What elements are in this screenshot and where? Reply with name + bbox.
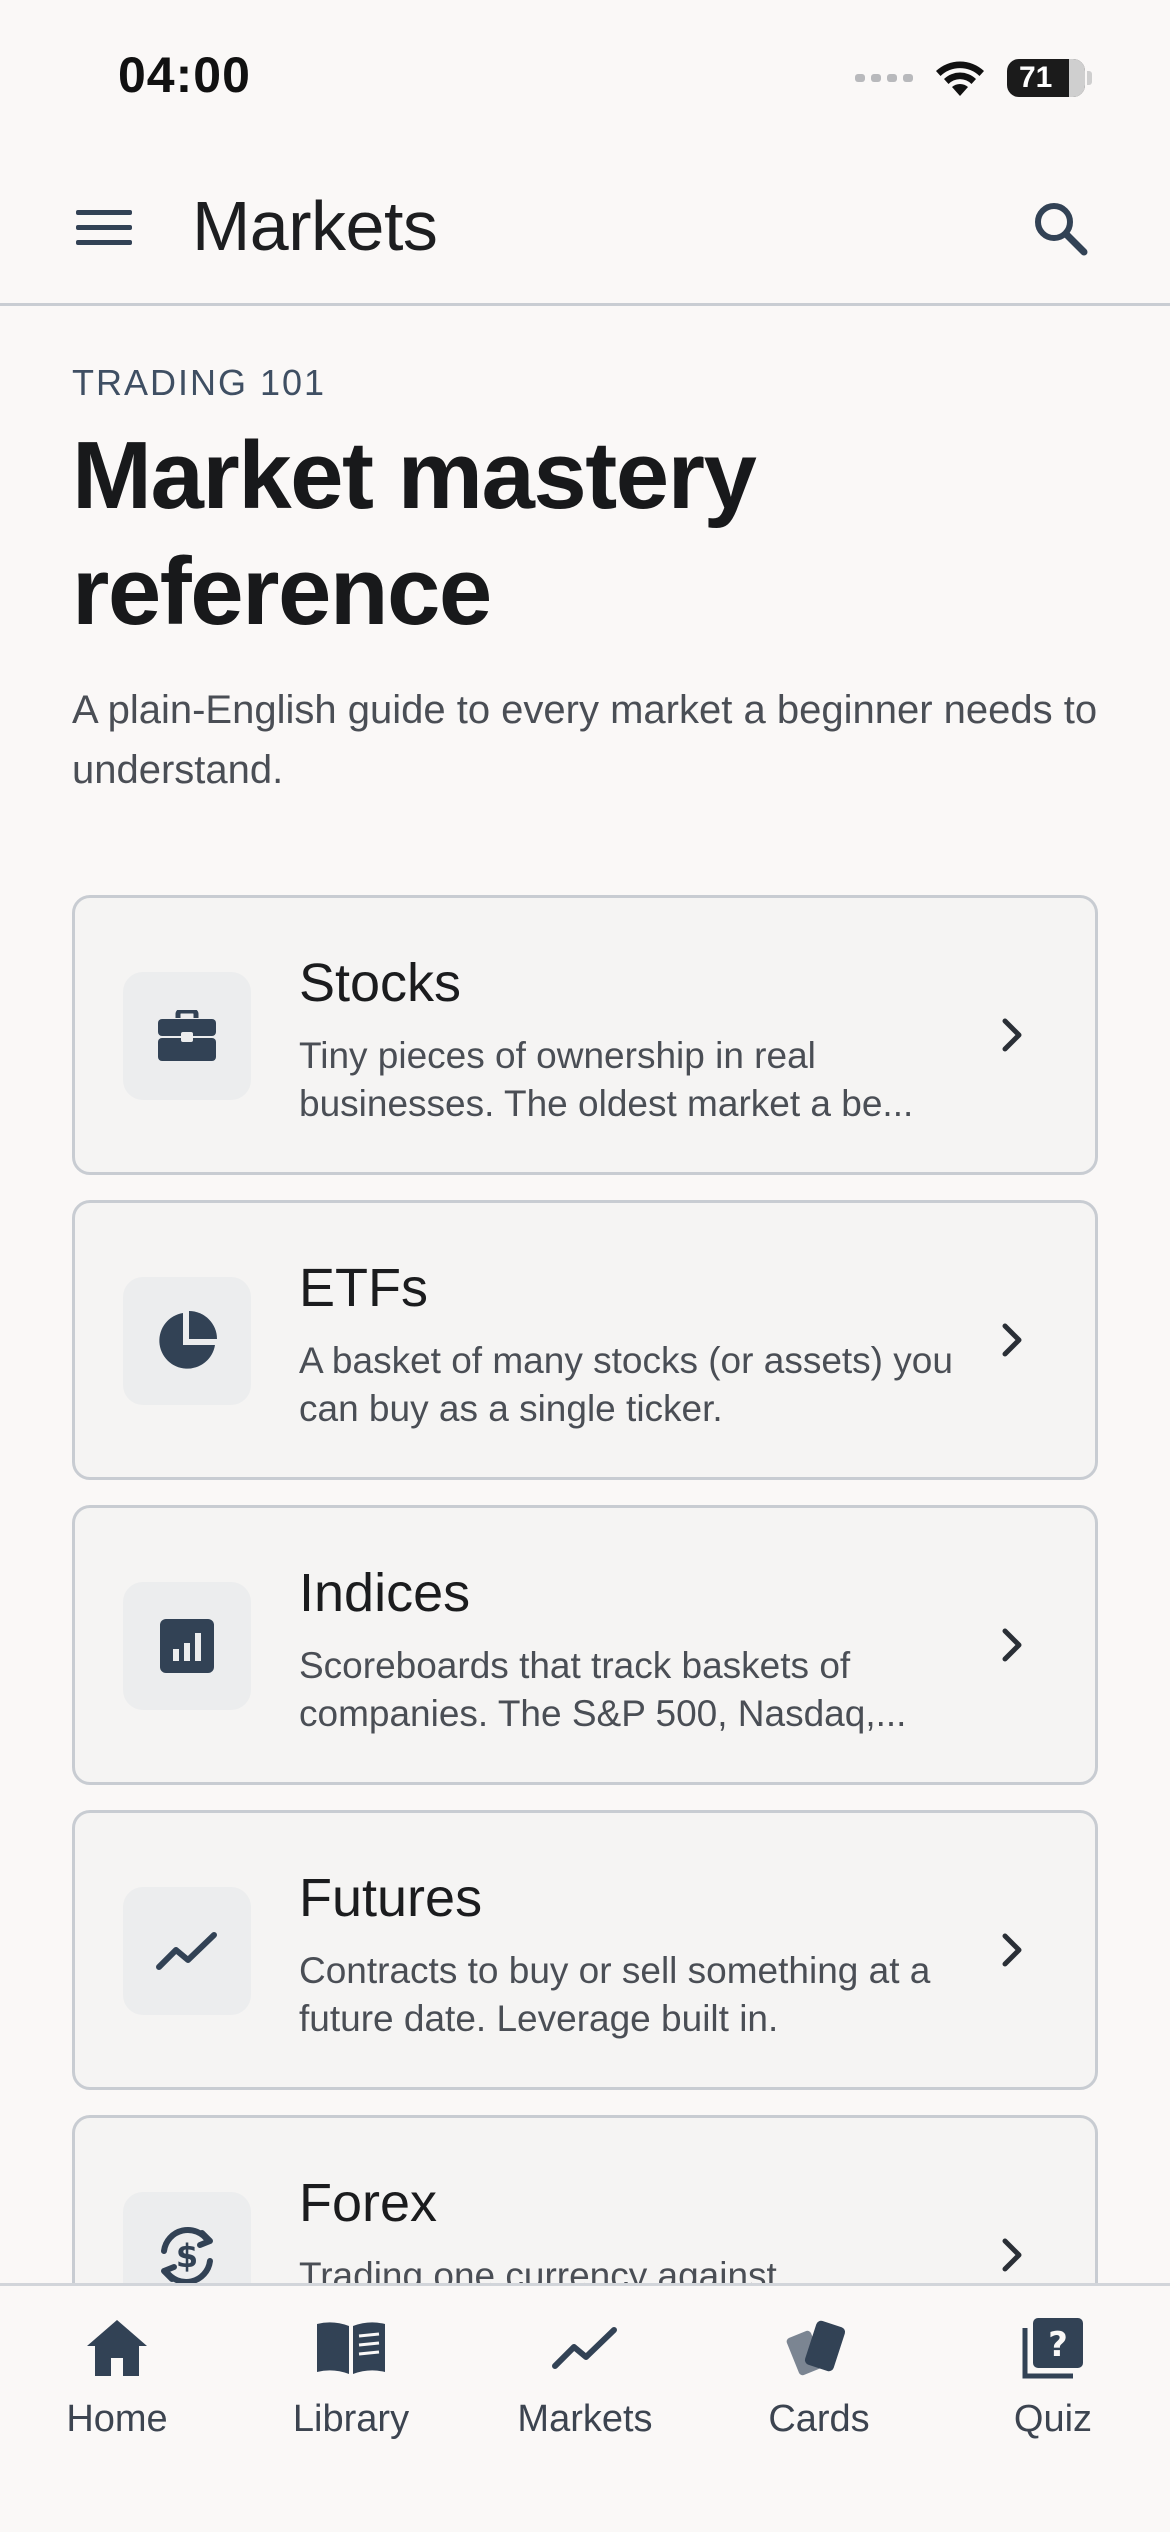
screen: 04:00 71 Markets TRADING 101 Market mast… <box>0 0 1170 2532</box>
search-button[interactable] <box>1022 190 1098 266</box>
chevron-right-icon <box>987 2230 1037 2280</box>
nav-item-home[interactable]: Home <box>0 2306 234 2456</box>
chevron-right-icon <box>987 1315 1037 1365</box>
briefcase-icon <box>158 1010 216 1061</box>
market-card-futures[interactable]: Futures Contracts to buy or sell somethi… <box>72 1810 1098 2090</box>
nav-label: Markets <box>517 2398 653 2440</box>
hero-subtitle: A plain-English guide to every market a … <box>72 688 1098 792</box>
card-description: Tiny pieces of ownership in real busines… <box>299 1035 914 1124</box>
battery-icon: 71 <box>1007 59 1085 97</box>
nav-label: Home <box>66 2398 168 2440</box>
nav-label: Cards <box>768 2398 870 2440</box>
card-description: Scoreboards that track baskets of compan… <box>299 1645 907 1734</box>
menu-button[interactable] <box>72 196 136 260</box>
pie-chart-icon <box>159 1311 217 1369</box>
page-title: Markets <box>192 187 438 265</box>
book-icon <box>315 2312 387 2384</box>
svg-text:?: ? <box>1048 2325 1068 2365</box>
chevron-right-icon <box>987 1620 1037 1670</box>
bar-chart-icon <box>160 1619 214 1673</box>
card-title: Stocks <box>299 953 462 1013</box>
currency-exchange-icon: $ <box>161 2226 213 2286</box>
quiz-icon: ? <box>1017 2312 1089 2384</box>
card-icon-tile <box>123 972 251 1100</box>
card-title: Indices <box>299 1563 471 1623</box>
nav-item-cards[interactable]: Cards <box>702 2306 936 2456</box>
wifi-icon <box>936 61 984 96</box>
battery-level: 71 <box>1019 61 1053 94</box>
card-icon-tile <box>123 1277 251 1405</box>
nav-label: Quiz <box>1013 2398 1093 2440</box>
nav-label: Library <box>292 2398 410 2440</box>
bottom-nav: Home Library Markets Cards ? Quiz <box>0 2283 1170 2532</box>
card-icon-tile <box>123 1582 251 1710</box>
section-eyebrow: TRADING 101 <box>72 362 327 403</box>
status-bar: 04:00 71 <box>0 0 1170 150</box>
chevron-right-icon <box>987 1010 1037 1060</box>
nav-item-quiz[interactable]: ? Quiz <box>936 2306 1170 2456</box>
market-card-indices[interactable]: Indices Scoreboards that track baskets o… <box>72 1505 1098 1785</box>
search-icon <box>1035 203 1088 256</box>
card-description: Contracts to buy or sell something at a … <box>299 1950 931 2039</box>
card-title: Forex <box>299 2173 438 2233</box>
app-bar: Markets <box>0 150 1170 306</box>
trend-line-icon <box>156 1932 217 1970</box>
cellular-signal-icon <box>855 74 913 82</box>
market-card-list: Stocks Tiny pieces of ownership in real … <box>72 895 1098 2420</box>
card-icon-tile <box>123 1887 251 2015</box>
chevron-right-icon <box>987 1925 1037 1975</box>
card-title: Futures <box>299 1868 483 1928</box>
hamburger-menu-icon <box>76 210 132 245</box>
home-icon <box>81 2312 153 2384</box>
card-title: ETFs <box>299 1258 428 1318</box>
nav-item-markets[interactable]: Markets <box>468 2306 702 2456</box>
trend-line-icon <box>549 2312 621 2384</box>
status-indicators: 71 <box>855 54 1092 102</box>
card-description: A basket of many stocks (or assets) you … <box>299 1340 953 1429</box>
status-time: 04:00 <box>118 47 251 103</box>
nav-item-library[interactable]: Library <box>234 2306 468 2456</box>
cards-icon <box>783 2312 855 2384</box>
market-card-stocks[interactable]: Stocks Tiny pieces of ownership in real … <box>72 895 1098 1175</box>
svg-text:$: $ <box>176 2237 198 2275</box>
market-card-etfs[interactable]: ETFs A basket of many stocks (or assets)… <box>72 1200 1098 1480</box>
hero-title: Market mastery reference <box>72 422 757 645</box>
